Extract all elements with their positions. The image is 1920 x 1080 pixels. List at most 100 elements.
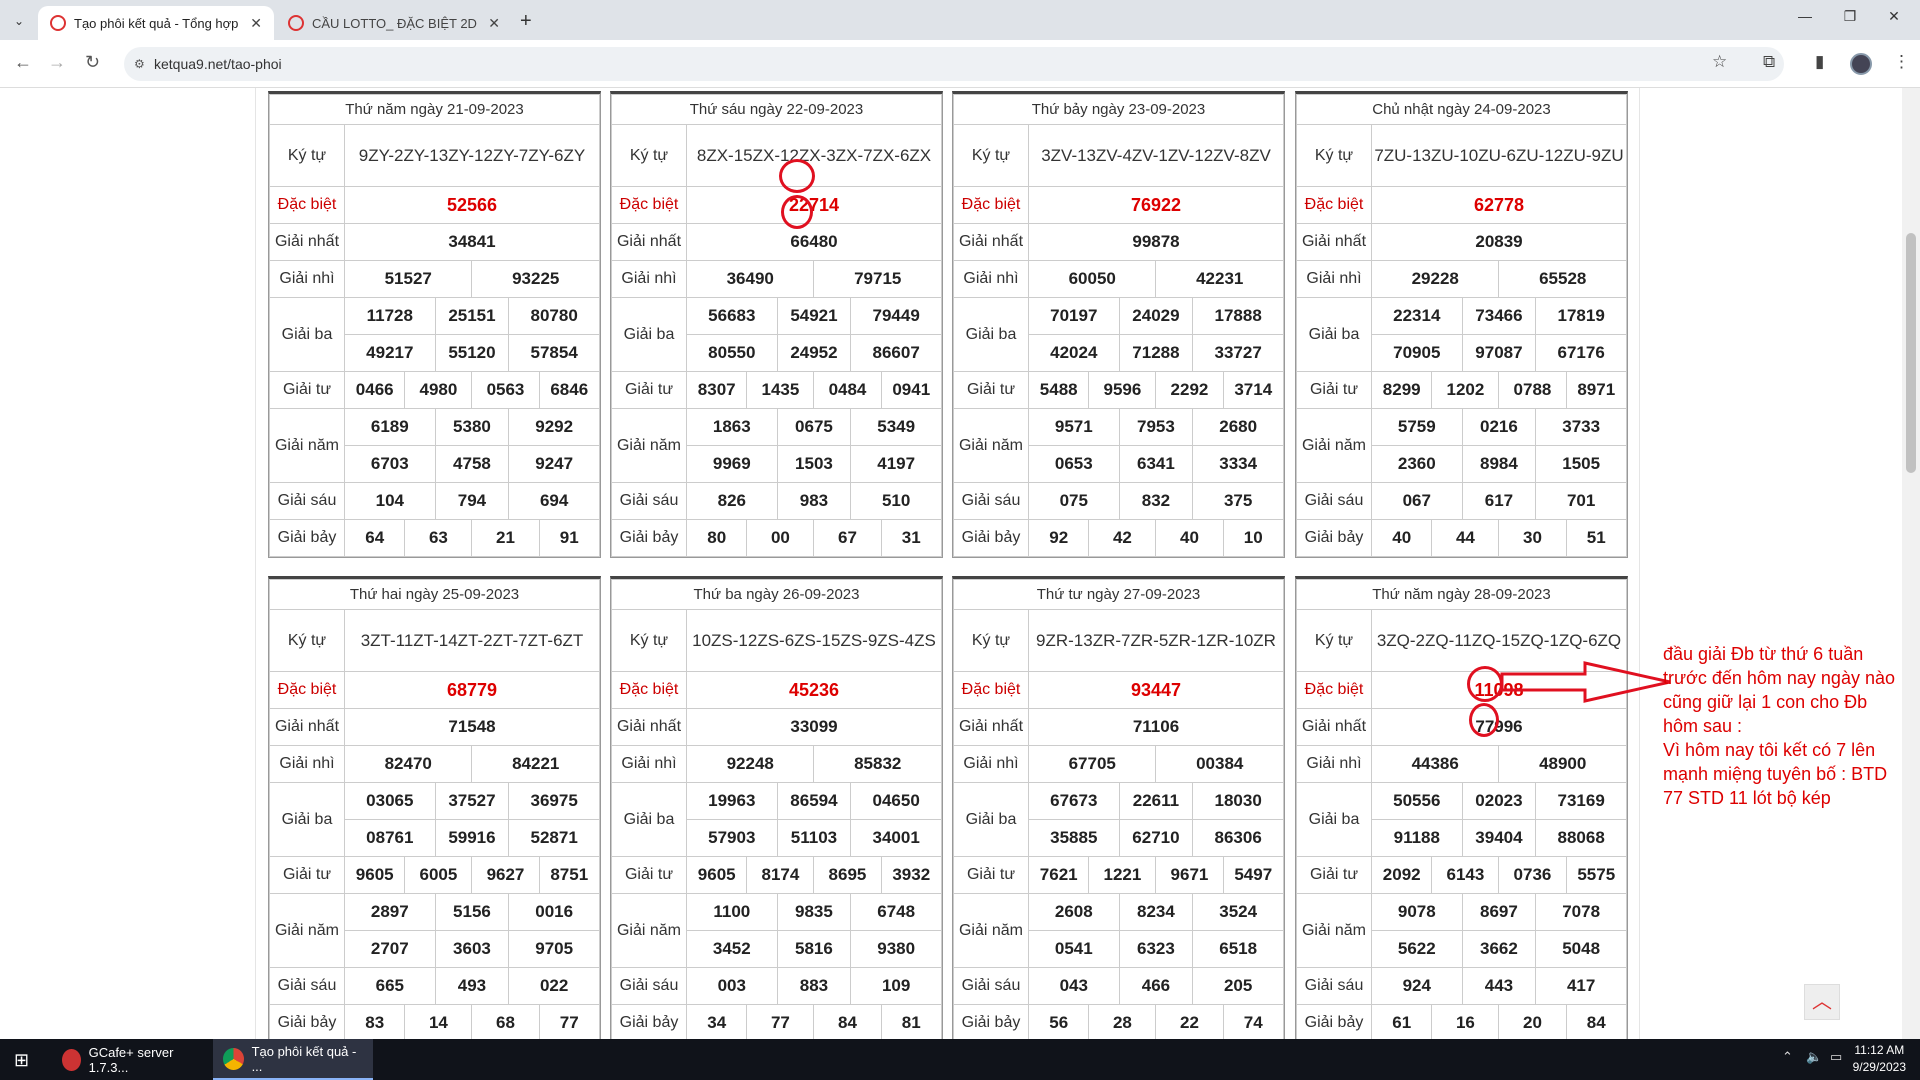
tray-chevron-icon[interactable]: ⌃ <box>1782 1049 1793 1065</box>
prize-number: 22611 <box>1118 782 1194 820</box>
prize-number: 2680 <box>1192 408 1284 446</box>
label-dac_biet: Đặc biệt <box>611 671 687 709</box>
prize-number: 1863 <box>686 408 778 446</box>
prize-number: 2707 <box>344 930 436 968</box>
prize-number: 9596 <box>1088 371 1157 409</box>
url-bar[interactable]: ⚙ ketqua9.net/tao-phoi <box>124 47 1784 81</box>
prize-number: 0484 <box>813 371 882 409</box>
side-panel-icon[interactable]: ▮ <box>1815 52 1824 72</box>
prize-number: 48900 <box>1498 745 1627 783</box>
taskbar-item-chrome[interactable]: Tạo phôi kết quả - ... <box>213 1039 373 1080</box>
tab-cau-lotto[interactable]: CẦU LOTTO_ ĐẶC BIỆT 2D 3D 4D ✕ <box>276 6 512 40</box>
prize-number: 55120 <box>434 334 510 372</box>
prize-number: 701 <box>1535 482 1627 520</box>
dac-biet-number: 76922 <box>1028 186 1284 224</box>
new-tab-plus-icon[interactable]: + <box>520 10 532 33</box>
taskbar-item-gcafe[interactable]: GCafe+ server 1.7.3... <box>52 1039 207 1080</box>
prize-number: 67176 <box>1535 334 1627 372</box>
prize-number: 83 <box>343 1004 406 1039</box>
reload-icon[interactable]: ↻ <box>85 52 100 73</box>
label-dac_biet: Đặc biệt <box>953 186 1029 224</box>
card-date-header: Chủ nhật ngày 24-09-2023 <box>1296 94 1627 125</box>
menu-kebab-icon[interactable]: ⋮ <box>1893 52 1910 72</box>
prize-number: 21 <box>471 519 540 557</box>
forward-arrow-icon[interactable]: → <box>48 52 66 73</box>
label-giai_nam: Giải năm <box>269 893 345 968</box>
label-ky_tu: Ký tự <box>611 124 687 187</box>
prize-number: 30 <box>1498 519 1567 557</box>
close-tab-icon[interactable]: ✕ <box>250 15 262 32</box>
prize-number: 466 <box>1118 967 1194 1005</box>
scroll-to-top-button[interactable]: ︿ <box>1804 984 1840 1020</box>
prize-number: 9605 <box>343 856 406 894</box>
prize-number: 39404 <box>1461 819 1537 857</box>
card-date-header: Thứ bảy ngày 23-09-2023 <box>953 94 1284 125</box>
giai-nhat-number: 71548 <box>344 708 600 746</box>
prize-number: 043 <box>1028 967 1120 1005</box>
back-arrow-icon[interactable]: ← <box>14 52 32 73</box>
tab-search-button[interactable]: ⌄ <box>8 10 30 32</box>
restore-icon[interactable]: ❐ <box>1830 8 1870 25</box>
prize-number: 832 <box>1118 482 1194 520</box>
minimize-icon[interactable]: — <box>1785 8 1825 24</box>
prize-number: 91188 <box>1371 819 1463 857</box>
dac-biet-number: 52566 <box>344 186 600 224</box>
volume-icon[interactable]: 🔈 <box>1806 1049 1822 1065</box>
label-giai_sau: Giải sáu <box>1296 482 1372 520</box>
prize-number: 9247 <box>508 445 600 483</box>
prize-number: 85832 <box>813 745 942 783</box>
prize-number: 0736 <box>1498 856 1567 894</box>
prize-number: 35885 <box>1028 819 1120 857</box>
scrollbar-thumb[interactable] <box>1906 233 1916 473</box>
prize-number: 67 <box>813 519 882 557</box>
close-window-icon[interactable]: ✕ <box>1874 8 1914 25</box>
ky-tu-code: 9ZY-2ZY-13ZY-12ZY-7ZY-6ZY <box>344 124 600 187</box>
result-table: Thứ tư ngày 27-09-2023 Ký tự 9ZR-13ZR-7ZR-… <box>953 579 1284 1039</box>
prize-number: 22 <box>1155 1004 1224 1039</box>
bookmark-star-icon[interactable]: ☆ <box>1712 52 1727 72</box>
prize-number: 03065 <box>344 782 436 820</box>
prize-number: 3932 <box>880 856 942 894</box>
prize-number: 02023 <box>1461 782 1537 820</box>
tab-tao-phoi[interactable]: Tạo phôi kết quả - Tổng hợp kết quả ✕ <box>38 6 274 40</box>
tab-title: CẦU LOTTO_ ĐẶC BIỆT 2D 3D 4D <box>312 15 480 31</box>
prize-number: 50556 <box>1371 782 1463 820</box>
prize-number: 36975 <box>508 782 600 820</box>
tab-strip: ⌄ Tạo phôi kết quả - Tổng hợp kết quả ✕ … <box>0 0 1920 40</box>
extensions-icon[interactable]: ⧉ <box>1763 52 1775 72</box>
label-giai_ba: Giải ba <box>1296 782 1372 857</box>
highlight-circle-db-11098 <box>1467 666 1503 702</box>
giai-nhat-number: 33099 <box>686 708 942 746</box>
prize-number: 40 <box>1155 519 1224 557</box>
prize-number: 6005 <box>404 856 473 894</box>
windows-start-icon[interactable]: ⊞ <box>14 1050 29 1071</box>
prize-number: 617 <box>1461 482 1537 520</box>
prize-number: 0788 <box>1498 371 1567 409</box>
label-giai_nam: Giải năm <box>611 408 687 483</box>
label-giai_tu: Giải tư <box>269 856 345 894</box>
prize-number: 4197 <box>850 445 942 483</box>
system-clock[interactable]: 11:12 AM 9/29/2023 <box>1853 1042 1906 1076</box>
label-dac_biet: Đặc biệt <box>611 186 687 224</box>
prize-number: 67673 <box>1028 782 1120 820</box>
result-table: Thứ năm ngày 28-09-2023 Ký tự 3ZQ-2ZQ-11ZQ… <box>1296 579 1627 1039</box>
site-info-icon[interactable]: ⚙ <box>134 47 145 81</box>
prize-number: 81 <box>880 1004 942 1039</box>
label-giai_tu: Giải tư <box>1296 371 1372 409</box>
prize-number: 56 <box>1027 1004 1090 1039</box>
close-tab-icon[interactable]: ✕ <box>488 15 500 32</box>
vertical-scrollbar[interactable] <box>1902 88 1920 1039</box>
label-giai_nhi: Giải nhì <box>269 260 345 298</box>
prize-number: 5488 <box>1027 371 1090 409</box>
network-icon[interactable]: ▭ <box>1830 1049 1842 1065</box>
prize-number: 9078 <box>1371 893 1463 931</box>
prize-number: 28 <box>1088 1004 1157 1039</box>
prize-number: 24029 <box>1118 297 1194 335</box>
prize-number: 2897 <box>344 893 436 931</box>
label-giai_sau: Giải sáu <box>1296 967 1372 1005</box>
dac-biet-number: 68779 <box>344 671 600 709</box>
profile-avatar[interactable] <box>1850 53 1872 75</box>
prize-number: 075 <box>1028 482 1120 520</box>
prize-number: 1435 <box>746 371 815 409</box>
label-giai_ba: Giải ba <box>953 782 1029 857</box>
